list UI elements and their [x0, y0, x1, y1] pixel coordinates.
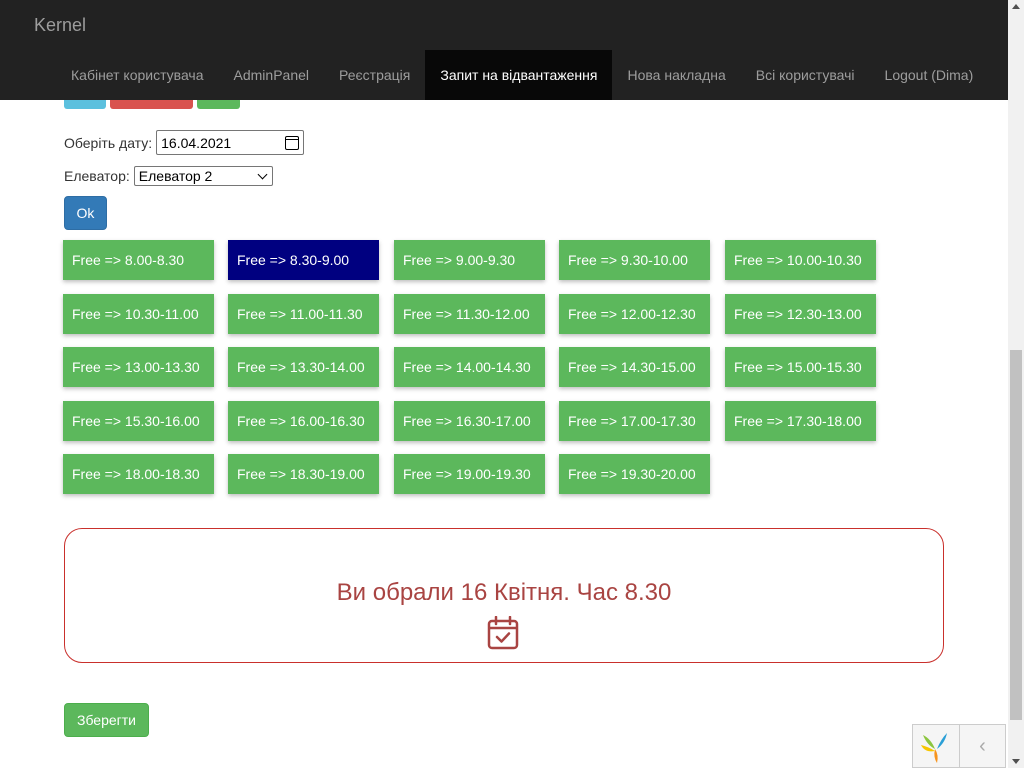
selection-result-panel: Ви обрали 16 Квітня. Час 8.30 — [64, 528, 944, 663]
nav-item-admin-panel[interactable]: AdminPanel — [219, 50, 325, 100]
info-button[interactable] — [64, 100, 106, 109]
chevron-down-icon — [257, 169, 268, 179]
scroll-up-arrow-icon[interactable] — [1012, 4, 1020, 9]
time-slot[interactable]: Free => 19.30-20.00 — [559, 454, 710, 494]
date-input[interactable]: 16.04.2021 — [156, 130, 305, 155]
elevator-row: Елеватор: Елеватор 2 — [64, 166, 273, 186]
time-slot[interactable]: Free => 16.30-17.00 — [394, 401, 545, 441]
time-slot[interactable]: Free => 13.00-13.30 — [63, 347, 214, 387]
elevator-label: Елеватор: — [64, 168, 130, 184]
elevator-value: Елеватор 2 — [138, 168, 213, 184]
brand-logo[interactable]: Kernel — [34, 15, 86, 36]
time-slot[interactable]: Free => 10.30-11.00 — [63, 294, 214, 334]
time-slot[interactable]: Free => 12.00-12.30 — [559, 294, 710, 334]
scroll-down-arrow-icon[interactable] — [1012, 759, 1020, 764]
time-slot[interactable]: Free => 19.00-19.30 — [394, 454, 545, 494]
time-slot[interactable]: Free => 11.00-11.30 — [228, 294, 379, 334]
partial-button-group — [64, 100, 244, 109]
date-value: 16.04.2021 — [161, 134, 232, 151]
time-slot[interactable]: Free => 8.00-8.30 — [63, 240, 214, 280]
nav-item-shipment-request[interactable]: Запит на відвантаження — [425, 50, 613, 100]
calendar-check-icon — [487, 616, 519, 650]
time-slot[interactable]: Free => 13.30-14.00 — [228, 347, 379, 387]
selection-result-text: Ви обрали 16 Квітня. Час 8.30 — [336, 579, 672, 606]
debug-toolbar: ‹ — [912, 724, 1006, 768]
danger-button[interactable] — [110, 100, 193, 109]
scrollbar-thumb[interactable] — [1010, 350, 1022, 720]
time-slot[interactable]: Free => 12.30-13.00 — [725, 294, 876, 334]
top-navbar: Kernel Кабінет користувача AdminPanel Ре… — [0, 0, 1008, 100]
nav-item-registration[interactable]: Реєстрація — [324, 50, 425, 100]
time-slot[interactable]: Free => 18.30-19.00 — [228, 454, 379, 494]
time-slot[interactable]: Free => 18.00-18.30 — [63, 454, 214, 494]
save-button[interactable]: Зберегти — [64, 703, 149, 737]
time-slot[interactable]: Free => 14.00-14.30 — [394, 347, 545, 387]
date-row: Оберіть дату: 16.04.2021 — [64, 130, 305, 155]
nav-item-logout[interactable]: Logout (Dima) — [870, 50, 989, 100]
yii-logo-icon[interactable] — [913, 725, 959, 767]
time-slot[interactable]: Free => 17.00-17.30 — [559, 401, 710, 441]
calendar-icon[interactable] — [285, 135, 300, 150]
time-slot[interactable]: Free => 9.30-10.00 — [559, 240, 710, 280]
nav-item-new-invoice[interactable]: Нова накладна — [612, 50, 740, 100]
time-slot-selected[interactable]: Free => 8.30-9.00 — [228, 240, 379, 280]
ok-button[interactable]: Ok — [64, 196, 107, 230]
time-slot[interactable]: Free => 14.30-15.00 — [559, 347, 710, 387]
time-slot[interactable]: Free => 11.30-12.00 — [394, 294, 545, 334]
nav-item-all-users[interactable]: Всі користувачі — [741, 50, 870, 100]
time-slot[interactable]: Free => 10.00-10.30 — [725, 240, 876, 280]
nav-item-user-cabinet[interactable]: Кабінет користувача — [56, 50, 219, 100]
main-nav: Кабінет користувача AdminPanel Реєстраці… — [56, 50, 988, 100]
time-slot[interactable]: Free => 15.30-16.00 — [63, 401, 214, 441]
vertical-scrollbar[interactable] — [1008, 0, 1024, 768]
success-button[interactable] — [197, 100, 240, 109]
time-slot[interactable]: Free => 16.00-16.30 — [228, 401, 379, 441]
elevator-select[interactable]: Елеватор 2 — [133, 166, 273, 186]
date-label: Оберіть дату: — [64, 134, 153, 151]
time-slot[interactable]: Free => 15.00-15.30 — [725, 347, 876, 387]
time-slot[interactable]: Free => 9.00-9.30 — [394, 240, 545, 280]
chevron-left-icon[interactable]: ‹ — [959, 725, 1005, 767]
time-slot[interactable]: Free => 17.30-18.00 — [725, 401, 876, 441]
